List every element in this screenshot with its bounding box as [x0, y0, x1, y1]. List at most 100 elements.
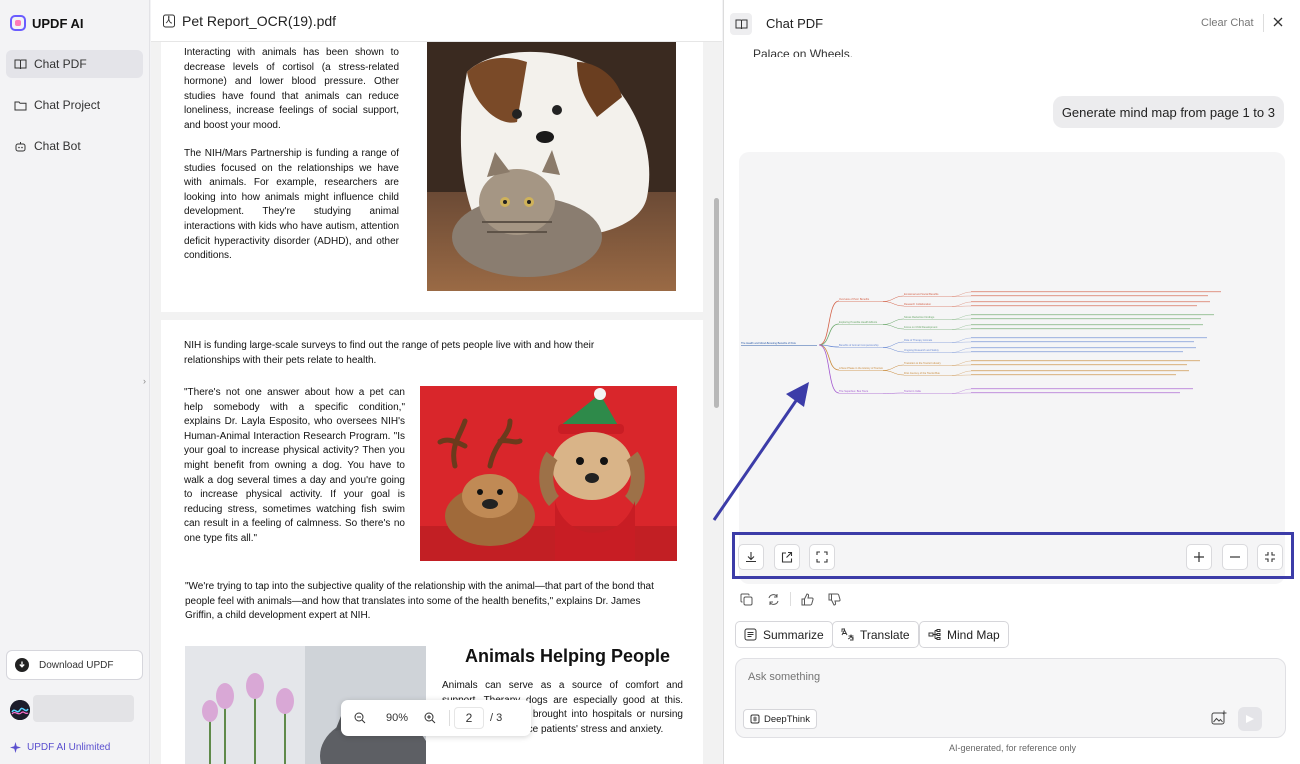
collapse-sidebar-icon[interactable]: ›	[143, 376, 146, 386]
document-scrollbar[interactable]	[714, 198, 719, 408]
footer-note: AI-generated, for reference only	[948, 743, 1077, 753]
mind-map-leaf-connector	[951, 347, 972, 353]
mind-map-child-connector	[882, 364, 905, 371]
sidebar: UPDF AI Chat PDF Chat Project Chat Bot ›…	[0, 0, 150, 764]
summarize-button[interactable]: Summarize	[735, 621, 833, 648]
zoom-in-button[interactable]	[415, 712, 445, 724]
mind-map-child: Emotional and Social Benefits	[904, 292, 939, 296]
mind-map-child: Ongoing Research and Safety	[904, 348, 939, 352]
mind-map-leaf-text-line	[971, 301, 1210, 303]
zoom-out-icon	[354, 712, 366, 724]
mind-map-leaf-text-line	[971, 328, 1190, 330]
mind-map-zoom-in-button[interactable]	[1186, 544, 1212, 570]
ai-unlimited-link[interactable]: UPDF AI Unlimited	[10, 742, 110, 753]
sidebar-item-chat-bot[interactable]: Chat Bot	[6, 132, 143, 160]
toggle-panel-button[interactable]	[730, 13, 752, 35]
arrow-head	[786, 382, 809, 407]
divider	[449, 710, 450, 726]
mind-map-child-connector	[882, 318, 905, 325]
close-button[interactable]	[1272, 16, 1284, 28]
mind-map-branch-connector	[818, 300, 840, 346]
deepthink-icon	[750, 714, 760, 724]
copy-button[interactable]	[737, 590, 755, 608]
page1-paragraph-2: The NIH/Mars Partnership is funding a ra…	[184, 148, 399, 262]
mind-map-leaf-connector	[951, 314, 972, 320]
mind-map-child-connector	[882, 370, 905, 376]
deepthink-label: DeepThink	[764, 713, 810, 725]
avatar[interactable]	[10, 700, 30, 720]
page-number-input[interactable]: 2	[454, 707, 484, 729]
mind-map-leaf-text-line	[971, 388, 1193, 390]
zoom-level[interactable]: 90%	[379, 712, 415, 724]
plus-icon	[1194, 552, 1204, 562]
mind-map-leaf-text-line	[971, 291, 1221, 293]
mind-map-card[interactable]: The Health and Mood-Boosting Benefits of…	[739, 152, 1285, 584]
chat-input-box: DeepThink	[735, 658, 1286, 738]
mind-map-branch-connector	[818, 323, 840, 346]
dog-and-cat-photo	[427, 42, 676, 291]
fit-view-button[interactable]	[1257, 544, 1283, 570]
thumbs-up-button[interactable]	[798, 590, 816, 608]
mind-map-leaf-connector	[951, 301, 972, 307]
total-pages: / 3	[490, 712, 503, 724]
thumbs-down-button[interactable]	[825, 590, 843, 608]
upload-image-button[interactable]	[1211, 710, 1227, 726]
book-icon	[14, 59, 27, 69]
mind-map-leaf-text-line	[971, 364, 1187, 366]
previous-answer-text: Palace on Wheels.	[753, 47, 854, 57]
divider	[1263, 14, 1264, 32]
mind-map-leaf-text-line	[971, 351, 1183, 353]
fullscreen-button[interactable]	[809, 544, 835, 570]
send-icon	[1246, 715, 1254, 723]
deepthink-toggle[interactable]: DeepThink	[743, 709, 817, 729]
page1-paragraph-1: Interacting with animals has been shown …	[184, 47, 399, 131]
mind-map-button[interactable]: Mind Map	[919, 621, 1009, 648]
zoom-out-button[interactable]	[341, 712, 379, 724]
sidebar-item-label: Chat Project	[34, 98, 101, 112]
mind-map-icon	[928, 629, 941, 640]
mind-map-branch: Overview of Pets' Benefits	[839, 297, 870, 301]
document-panel: Pet Report_OCR(19).pdf Interacting with …	[151, 0, 722, 764]
sidebar-item-chat-pdf[interactable]: Chat PDF	[6, 50, 143, 78]
share-icon	[781, 551, 793, 563]
regenerate-button[interactable]	[764, 590, 782, 608]
download-mind-map-button[interactable]	[738, 544, 764, 570]
brand-logo[interactable]: UPDF AI	[10, 15, 84, 31]
refresh-icon	[768, 593, 778, 605]
sidebar-item-label: Chat Bot	[34, 139, 81, 153]
download-icon	[746, 552, 756, 563]
page2-paragraph-2: "There's not one answer about how a pet …	[184, 387, 405, 544]
sidebar-item-chat-project[interactable]: Chat Project	[6, 91, 143, 119]
mind-map-leaf-text-line	[971, 324, 1203, 326]
download-updf-button[interactable]: Download UPDF	[6, 650, 143, 680]
page2-paragraph-3: "We're trying to tap into the subjective…	[185, 581, 654, 622]
clear-chat-button[interactable]: Clear Chat	[1201, 17, 1254, 29]
collapse-icon	[1265, 552, 1275, 562]
mind-map-canvas[interactable]: The Health and Mood-Boosting Benefits of…	[739, 152, 1285, 532]
pdf-page-1: Interacting with animals has been shown …	[161, 42, 703, 312]
mind-map-leaf-connector	[951, 324, 972, 330]
sidebar-item-label: Chat PDF	[34, 57, 87, 71]
thumbs-down-icon	[828, 593, 841, 606]
mind-map-leaf-connector	[951, 370, 972, 376]
mind-map-root: The Health and Mood-Boosting Benefits of…	[741, 341, 796, 345]
chat-title: Chat PDF	[766, 16, 824, 31]
ai-unlimited-label: UPDF AI Unlimited	[27, 742, 111, 753]
folder-icon	[14, 101, 27, 110]
mind-map-child: First Journey of the Tourist Bus	[904, 371, 940, 375]
book-icon	[735, 19, 747, 29]
image-upload-icon	[1211, 710, 1227, 725]
translate-button[interactable]: Translate	[832, 621, 919, 648]
mind-map-branch: A New Phase in the History of Tourism	[839, 366, 883, 370]
mind-map-zoom-out-button[interactable]	[1222, 544, 1248, 570]
ask-input[interactable]	[748, 667, 1268, 687]
document-tab: Pet Report_OCR(19).pdf	[151, 0, 722, 42]
mind-map-leaf-connector	[951, 337, 972, 343]
minus-icon	[1230, 556, 1240, 558]
user-message-text: Generate mind map from page 1 to 3	[1061, 104, 1275, 120]
send-button[interactable]	[1238, 707, 1262, 731]
user-name-placeholder	[33, 695, 134, 722]
share-mind-map-button[interactable]	[774, 544, 800, 570]
user-message-bubble: Generate mind map from page 1 to 3	[1052, 96, 1284, 128]
mind-map-label: Mind Map	[947, 627, 1000, 642]
